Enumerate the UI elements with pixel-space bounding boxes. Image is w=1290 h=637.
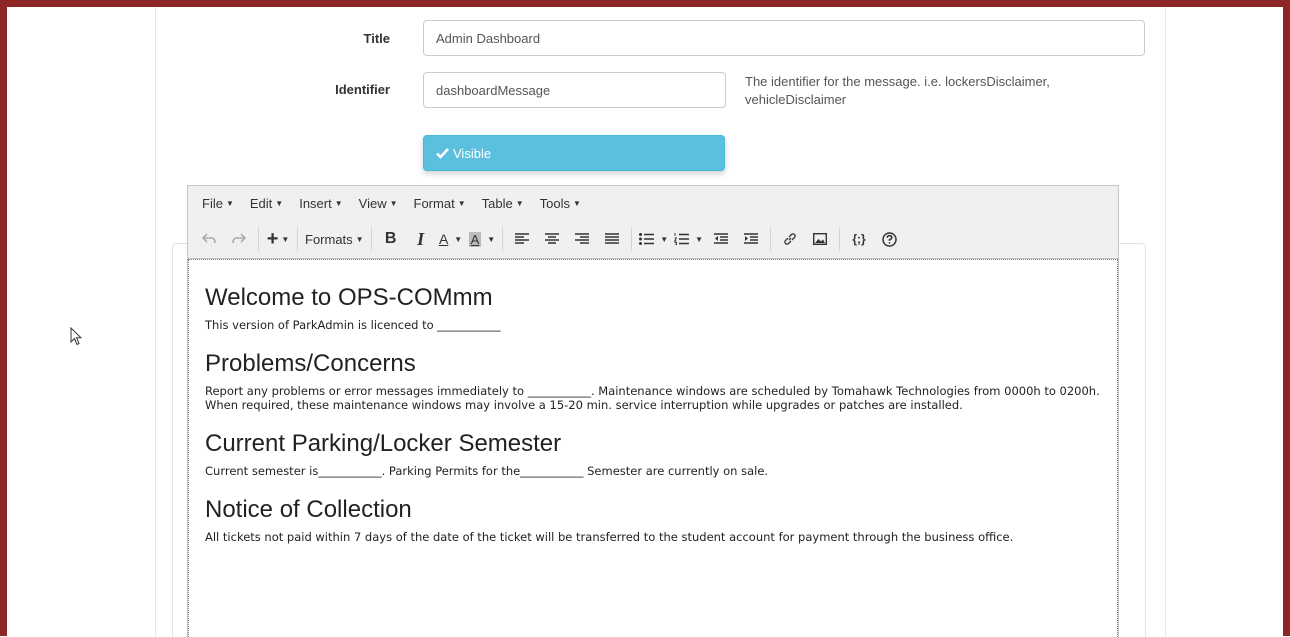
- toolbar-separator: [631, 227, 633, 251]
- background-color-button[interactable]: A ▼: [466, 225, 499, 253]
- align-center-icon: [545, 233, 560, 244]
- image-icon: [813, 233, 828, 245]
- menu-edit[interactable]: Edit ▼: [242, 196, 291, 211]
- menu-view[interactable]: View ▼: [351, 196, 406, 211]
- indent-icon: [744, 233, 759, 244]
- caret-down-icon: ▼: [281, 234, 290, 244]
- italic-icon: I: [417, 228, 425, 249]
- caret-down-icon: ▼: [275, 198, 284, 208]
- menu-tools[interactable]: Tools ▼: [532, 196, 589, 211]
- caret-down-icon: ▼: [572, 198, 581, 208]
- bullet-list-button[interactable]: ▼: [636, 225, 671, 253]
- caret-down-icon: ▼: [389, 198, 398, 208]
- content-heading-collection: Notice of Collection: [205, 496, 412, 523]
- caret-down-icon: ▼: [660, 234, 669, 244]
- menu-file[interactable]: File ▼: [194, 196, 242, 211]
- visible-button-label: Visible: [453, 145, 492, 161]
- content-heading-problems: Problems/Concerns: [205, 350, 416, 377]
- editor-toolbar: + ▼ Formats ▼ B I A ▼ A ▼ ▼ ▼ {;}: [188, 220, 1118, 259]
- insert-image-button[interactable]: [805, 225, 835, 253]
- caret-down-icon: ▼: [225, 198, 234, 208]
- undo-button[interactable]: [194, 225, 224, 253]
- toolbar-separator: [839, 227, 841, 251]
- caret-down-icon: ▼: [487, 234, 496, 244]
- identifier-input[interactable]: [423, 72, 726, 108]
- identifier-help-text: The identifier for the message. i.e. loc…: [745, 74, 1050, 107]
- undo-icon: [202, 233, 216, 244]
- caret-down-icon: ▼: [334, 198, 343, 208]
- plus-icon: +: [266, 227, 279, 250]
- caret-down-icon: ▼: [454, 234, 463, 244]
- content-paragraph-problems: Report any problems or error messages im…: [205, 384, 1100, 412]
- visible-toggle-button[interactable]: Visible: [423, 135, 725, 171]
- align-right-icon: [575, 233, 590, 244]
- source-code-button[interactable]: {;}: [844, 225, 874, 253]
- content-heading-welcome: Welcome to OPS-COMmm: [205, 284, 493, 311]
- italic-button[interactable]: I: [406, 225, 436, 253]
- toolbar-separator: [770, 227, 772, 251]
- link-icon: [784, 233, 796, 245]
- font-color-button[interactable]: A ▼: [436, 225, 466, 253]
- editor-menubar: File ▼ Edit ▼ Insert ▼ View ▼ Format ▼ Table ▼…: [188, 186, 1118, 220]
- insert-link-button[interactable]: [775, 225, 805, 253]
- caret-down-icon: ▼: [515, 198, 524, 208]
- toolbar-separator: [258, 227, 259, 251]
- toolbar-separator: [502, 227, 504, 251]
- outdent-button[interactable]: [706, 225, 736, 253]
- code-icon: {;}: [852, 232, 866, 246]
- formats-dropdown-button[interactable]: Formats ▼: [302, 225, 367, 253]
- align-justify-icon: [605, 233, 620, 244]
- title-label: Title: [363, 31, 391, 46]
- bold-button[interactable]: B: [376, 225, 406, 253]
- check-icon: [436, 147, 449, 159]
- content-heading-semester: Current Parking/Locker Semester: [205, 430, 562, 457]
- content-paragraph-semester: Current semester is___________. Parking …: [205, 464, 769, 478]
- align-left-button[interactable]: [507, 225, 537, 253]
- title-input[interactable]: [423, 20, 1145, 56]
- redo-icon: [232, 233, 246, 244]
- menu-format[interactable]: Format ▼: [406, 196, 474, 211]
- numbered-list-button[interactable]: ▼: [671, 225, 706, 253]
- align-center-button[interactable]: [537, 225, 567, 253]
- help-icon: [881, 231, 897, 247]
- outdent-icon: [714, 233, 729, 244]
- align-justify-button[interactable]: [597, 225, 627, 253]
- menu-table[interactable]: Table ▼: [474, 196, 532, 211]
- insert-dropdown-button[interactable]: + ▼: [263, 225, 293, 253]
- content-paragraph-collection: All tickets not paid within 7 days of th…: [205, 530, 1014, 544]
- redo-button[interactable]: [224, 225, 254, 253]
- toolbar-separator: [370, 227, 372, 251]
- rich-text-editor: File ▼ Edit ▼ Insert ▼ View ▼ Format ▼ Table ▼…: [187, 185, 1119, 637]
- menu-insert[interactable]: Insert ▼: [291, 196, 350, 211]
- background-color-icon: A: [468, 231, 482, 247]
- font-color-icon: A: [438, 231, 449, 247]
- align-left-icon: [515, 233, 530, 244]
- indent-button[interactable]: [736, 225, 766, 253]
- identifier-label: Identifier: [335, 82, 390, 97]
- numbered-list-icon: [674, 233, 690, 245]
- align-right-button[interactable]: [567, 225, 597, 253]
- help-button[interactable]: [874, 225, 904, 253]
- editor-content-area[interactable]: Welcome to OPS-COMmm This version of Par…: [188, 259, 1118, 637]
- caret-down-icon: ▼: [457, 198, 466, 208]
- caret-down-icon: ▼: [355, 234, 364, 244]
- bullet-list-icon: [639, 233, 655, 245]
- caret-down-icon: ▼: [695, 234, 704, 244]
- mouse-pointer-icon: [70, 326, 83, 351]
- toolbar-separator: [297, 227, 298, 251]
- content-paragraph-licence: This version of ParkAdmin is licenced to…: [205, 318, 501, 332]
- bold-icon: B: [384, 230, 397, 247]
